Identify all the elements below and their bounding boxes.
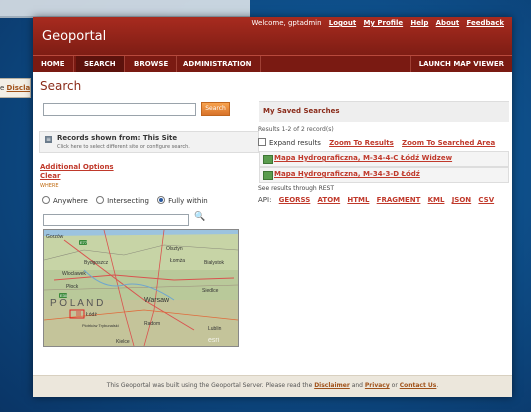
results-count: Results 1-2 of 2 record(s) — [258, 126, 334, 133]
map-label-bydgoszcz: Bydgoszcz — [84, 260, 109, 266]
footer-or: or — [389, 382, 400, 389]
radio-label: Anywhere — [53, 197, 88, 205]
map-label-poland: P O L A N D — [50, 298, 103, 309]
background-window-bar — [0, 0, 250, 18]
api-georss-link[interactable]: GEORSS — [279, 196, 311, 204]
radio-intersecting[interactable]: Intersecting — [96, 196, 149, 205]
map-record-icon — [263, 171, 273, 180]
radio-icon[interactable] — [96, 196, 105, 204]
main-nav: HOME SEARCH BROWSE ADMINISTRATION LAUNCH… — [33, 55, 512, 72]
radio-icon[interactable] — [157, 196, 166, 204]
disclaimer-link[interactable]: Disclaimer — [314, 382, 350, 389]
privacy-link[interactable]: Privacy — [365, 382, 390, 389]
page-footer: This Geoportal was built using the Geopo… — [33, 375, 512, 397]
api-json-link[interactable]: JSON — [452, 196, 471, 204]
radio-icon[interactable] — [42, 196, 50, 204]
search-input[interactable] — [43, 103, 196, 116]
result-title-link[interactable]: Mapa Hydrograficzna, M-34-4-C Łódź Widze… — [274, 154, 452, 162]
nav-administration[interactable]: ADMINISTRATION — [175, 56, 261, 72]
api-kml-link[interactable]: KML — [428, 196, 445, 204]
api-csv-link[interactable]: CSV — [478, 196, 494, 204]
map-label-plock: Płock — [66, 284, 79, 290]
binoculars-icon[interactable]: 🔍 — [194, 212, 205, 222]
expand-results-checkbox[interactable] — [258, 138, 266, 146]
map-label-gorzow: Gorzów — [46, 234, 64, 240]
expand-icon[interactable]: ≡ — [45, 136, 52, 143]
site-title: Geoportal — [42, 29, 107, 44]
records-source-box[interactable]: ≡ Records shown from: This Site Click he… — [39, 131, 259, 153]
map-record-icon — [263, 155, 273, 164]
launch-map-viewer[interactable]: LAUNCH MAP VIEWER — [409, 56, 512, 72]
feedback-link[interactable]: Feedback — [466, 19, 504, 27]
map-label-siedlce: Siedlce — [202, 288, 219, 294]
contact-us-link[interactable]: Contact Us — [400, 382, 437, 389]
where-options: Anywhere Intersecting Fully within — [42, 196, 214, 205]
result-item[interactable]: Mapa Hydrograficzna, M-34-4-C Łódź Widze… — [259, 151, 509, 167]
nav-home[interactable]: HOME — [33, 56, 74, 72]
map-label-lublin: Lublin — [208, 326, 222, 332]
footer-intro: This Geoportal was built using the Geopo… — [106, 382, 315, 389]
map-svg: Gorzów E77 Bydgoszcz Olsztyn Łomża Bialy… — [44, 230, 238, 346]
site-header: Geoportal Welcome, gptadmin Logout My Pr… — [33, 17, 512, 55]
map-label-road-e77: E77 — [80, 240, 88, 245]
map-attribution-esri: esri — [208, 337, 220, 344]
about-link[interactable]: About — [436, 19, 460, 27]
footer-and: and — [349, 382, 365, 389]
api-html-link[interactable]: HTML — [347, 196, 369, 204]
help-link[interactable]: Help — [410, 19, 428, 27]
api-fragment-link[interactable]: FRAGMENT — [377, 196, 421, 204]
nav-browse[interactable]: BROWSE — [126, 56, 178, 72]
place-search-input[interactable] — [43, 214, 189, 226]
where-label: WHERE — [40, 183, 59, 189]
records-hint: Click here to select different site or c… — [57, 144, 190, 150]
api-links: API: GEORSS ATOM HTML FRAGMENT KML JSON … — [258, 196, 494, 204]
radio-label: Fully within — [168, 197, 208, 205]
zoom-to-searched-area-link[interactable]: Zoom To Searched Area — [402, 139, 495, 147]
utility-links: Welcome, gptadmin Logout My Profile Help… — [247, 19, 505, 27]
radio-fully-within[interactable]: Fully within — [157, 196, 208, 205]
map-label-olsztyn: Olsztyn — [166, 246, 183, 252]
footer-text: This Geoportal was built using the Geopo… — [33, 382, 512, 389]
search-map[interactable]: Gorzów E77 Bydgoszcz Olsztyn Łomża Bialy… — [43, 229, 239, 347]
welcome-text: Welcome, gptadmin — [251, 19, 322, 27]
radio-label: Intersecting — [107, 197, 149, 205]
geoportal-page: Geoportal Welcome, gptadmin Logout My Pr… — [33, 17, 512, 397]
my-profile-link[interactable]: My Profile — [363, 19, 403, 27]
map-label-piotrkow: Piotrków Trybunalski — [82, 323, 119, 328]
map-label-wloclawek: Wloclawek — [62, 271, 86, 277]
map-label-warsaw: Warsaw — [144, 297, 170, 304]
background-fragment: e Discla — [0, 78, 31, 98]
records-title: Records shown from: This Site — [57, 134, 178, 142]
api-atom-link[interactable]: ATOM — [318, 196, 341, 204]
footer-end: . — [436, 382, 439, 389]
page-title: Search — [40, 79, 82, 93]
nav-search[interactable]: SEARCH — [76, 56, 125, 72]
clear-link[interactable]: Clear — [40, 172, 60, 180]
rest-label: See results through REST — [258, 185, 335, 192]
map-label-lomza: Łomża — [170, 258, 185, 264]
saved-searches-title: My Saved Searches — [263, 107, 340, 115]
radio-anywhere[interactable]: Anywhere — [42, 196, 88, 205]
map-label-radom: Radom — [144, 321, 160, 327]
search-button[interactable]: Search — [201, 102, 230, 116]
map-label-bialystok: Bialystok — [204, 260, 225, 266]
expand-results-row: Expand results Zoom To Results Zoom To S… — [258, 138, 495, 147]
expand-results-label: Expand results — [269, 139, 321, 147]
api-label: API: — [258, 196, 272, 204]
zoom-to-results-link[interactable]: Zoom To Results — [329, 139, 394, 147]
saved-searches-header[interactable]: My Saved Searches — [259, 101, 509, 122]
additional-options-link[interactable]: Additional Options — [40, 163, 114, 171]
result-item[interactable]: Mapa Hydrograficzna, M-34-3-D Łódź — [259, 167, 509, 183]
result-title-link[interactable]: Mapa Hydrograficzna, M-34-3-D Łódź — [274, 170, 420, 178]
map-label-lodz: Łódź — [86, 312, 97, 318]
logout-link[interactable]: Logout — [329, 19, 356, 27]
map-label-kielce: Kielce — [116, 339, 130, 345]
bg-disclaimer-link[interactable]: Discla — [7, 84, 30, 92]
